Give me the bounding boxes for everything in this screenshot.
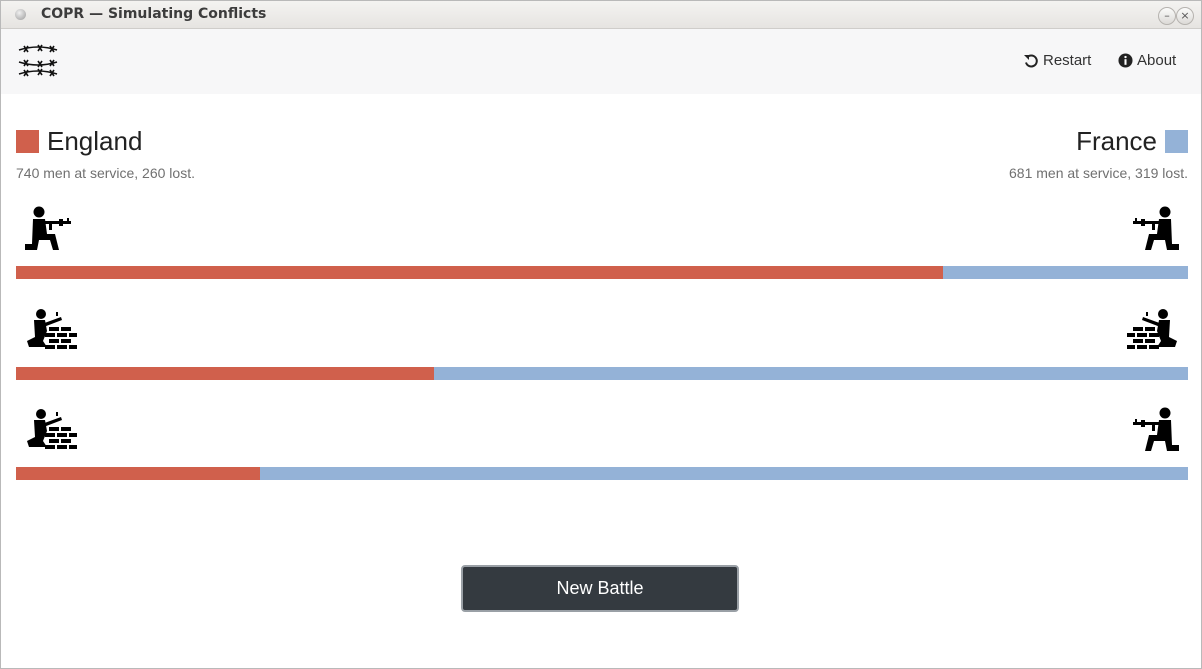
france-stats: 681 men at service, 319 lost. (1009, 165, 1188, 181)
minimize-button[interactable]: – (1158, 7, 1176, 25)
close-button[interactable]: × (1176, 7, 1194, 25)
france-infantry-icon (1133, 206, 1179, 250)
france-heading: France (1076, 126, 1188, 157)
restart-button[interactable]: Restart (1023, 52, 1091, 69)
france-strength-fill (943, 266, 1188, 279)
battle-strength-bar (16, 367, 1188, 380)
battle-strength-bar (16, 467, 1188, 480)
france-name: France (1076, 126, 1157, 156)
france-strength-fill (434, 367, 1188, 380)
england-name: England (47, 126, 143, 156)
restart-label: Restart (1043, 52, 1092, 69)
england-infantry-icon (25, 206, 71, 250)
france-infantry-icon (1133, 407, 1179, 451)
title-bar: COPR — Simulating Conflicts – × (1, 1, 1201, 29)
france-strength-fill (259, 467, 1188, 480)
about-button[interactable]: About (1118, 52, 1176, 69)
england-strength-fill (16, 367, 435, 380)
app-window: COPR — Simulating Conflicts – × Restart (0, 0, 1202, 669)
england-strength-fill (16, 467, 260, 480)
navbar: Restart About (1, 29, 1201, 94)
window-title: COPR — Simulating Conflicts (41, 6, 267, 22)
england-color-swatch (16, 130, 39, 153)
close-icon: × (1180, 9, 1190, 22)
england-strength-fill (16, 266, 944, 279)
about-label: About (1137, 52, 1177, 69)
barbed-wire-logo-icon[interactable] (16, 42, 60, 82)
info-icon (1118, 53, 1133, 68)
minimize-icon: – (1164, 9, 1170, 22)
restart-icon (1024, 54, 1038, 67)
england-fortified-icon (27, 309, 77, 349)
france-color-swatch (1165, 130, 1188, 153)
england-stats: 740 men at service, 260 lost. (16, 165, 195, 181)
england-fortified-icon (27, 409, 77, 449)
france-fortified-icon (1127, 309, 1177, 349)
window-menu-icon[interactable] (15, 9, 26, 20)
battle-strength-bar (16, 266, 1188, 279)
new-battle-button[interactable]: New Battle (461, 565, 739, 612)
england-heading: England (16, 126, 142, 157)
